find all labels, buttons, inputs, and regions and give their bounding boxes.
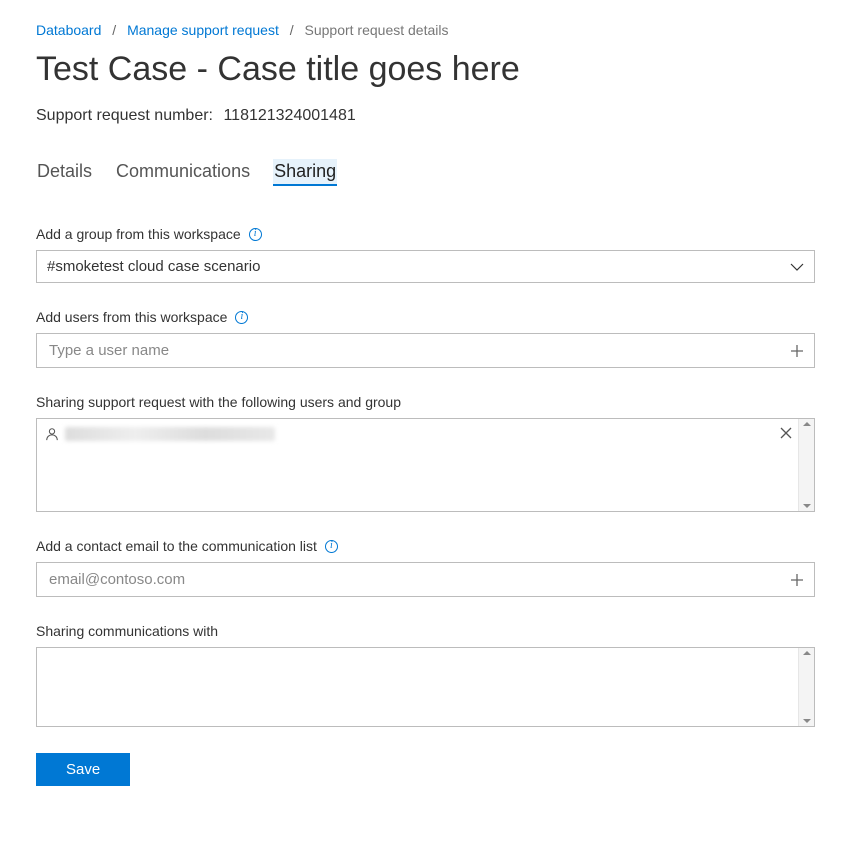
sharing-list-box — [36, 418, 815, 512]
add-users-label: Add users from this workspace — [36, 309, 815, 325]
chevron-down-icon — [790, 262, 804, 272]
remove-shared-user-button[interactable] — [780, 427, 792, 439]
save-button[interactable]: Save — [36, 753, 130, 786]
support-request-number: Support request number: 118121324001481 — [36, 107, 815, 125]
info-icon[interactable] — [235, 311, 248, 324]
breadcrumb-current: Support request details — [305, 22, 449, 38]
sharing-list-label: Sharing support request with the followi… — [36, 394, 815, 410]
contact-email-label: Add a contact email to the communication… — [36, 538, 815, 554]
contact-email-input[interactable] — [47, 570, 782, 589]
support-request-value: 118121324001481 — [223, 107, 355, 124]
scroll-down-icon[interactable] — [803, 719, 811, 723]
contact-email-label-text: Add a contact email to the communication… — [36, 538, 317, 554]
support-request-label: Support request number: — [36, 107, 213, 124]
plus-icon[interactable] — [790, 573, 804, 587]
sharing-list-label-text: Sharing support request with the followi… — [36, 394, 401, 410]
scroll-up-icon[interactable] — [803, 651, 811, 655]
plus-icon[interactable] — [790, 344, 804, 358]
group-select[interactable]: #smoketest cloud case scenario — [36, 250, 815, 283]
shared-user-entry — [45, 427, 275, 441]
users-input[interactable] — [47, 341, 782, 360]
add-users-label-text: Add users from this workspace — [36, 309, 227, 325]
sharing-comm-label: Sharing communications with — [36, 623, 815, 639]
tab-sharing[interactable]: Sharing — [273, 159, 337, 186]
breadcrumb-databoard[interactable]: Databoard — [36, 22, 101, 38]
sharing-comm-box — [36, 647, 815, 727]
breadcrumb: Databoard / Manage support request / Sup… — [36, 22, 815, 38]
tab-communications[interactable]: Communications — [115, 159, 251, 186]
add-group-label-text: Add a group from this workspace — [36, 226, 241, 242]
scroll-down-icon[interactable] — [803, 504, 811, 508]
shared-user-name — [65, 427, 275, 441]
scrollbar[interactable] — [798, 648, 814, 726]
tabs: Details Communications Sharing — [36, 159, 815, 186]
breadcrumb-separator: / — [290, 22, 294, 38]
breadcrumb-separator: / — [112, 22, 116, 38]
info-icon[interactable] — [249, 228, 262, 241]
tab-details[interactable]: Details — [36, 159, 93, 186]
scroll-up-icon[interactable] — [803, 422, 811, 426]
users-input-box[interactable] — [36, 333, 815, 368]
add-group-label: Add a group from this workspace — [36, 226, 815, 242]
sharing-comm-label-text: Sharing communications with — [36, 623, 218, 639]
breadcrumb-manage-support[interactable]: Manage support request — [127, 22, 279, 38]
info-icon[interactable] — [325, 540, 338, 553]
page-title: Test Case - Case title goes here — [36, 50, 815, 89]
group-select-value: #smoketest cloud case scenario — [47, 258, 260, 275]
scrollbar[interactable] — [798, 419, 814, 511]
contact-email-input-box[interactable] — [36, 562, 815, 597]
person-icon — [45, 427, 59, 441]
